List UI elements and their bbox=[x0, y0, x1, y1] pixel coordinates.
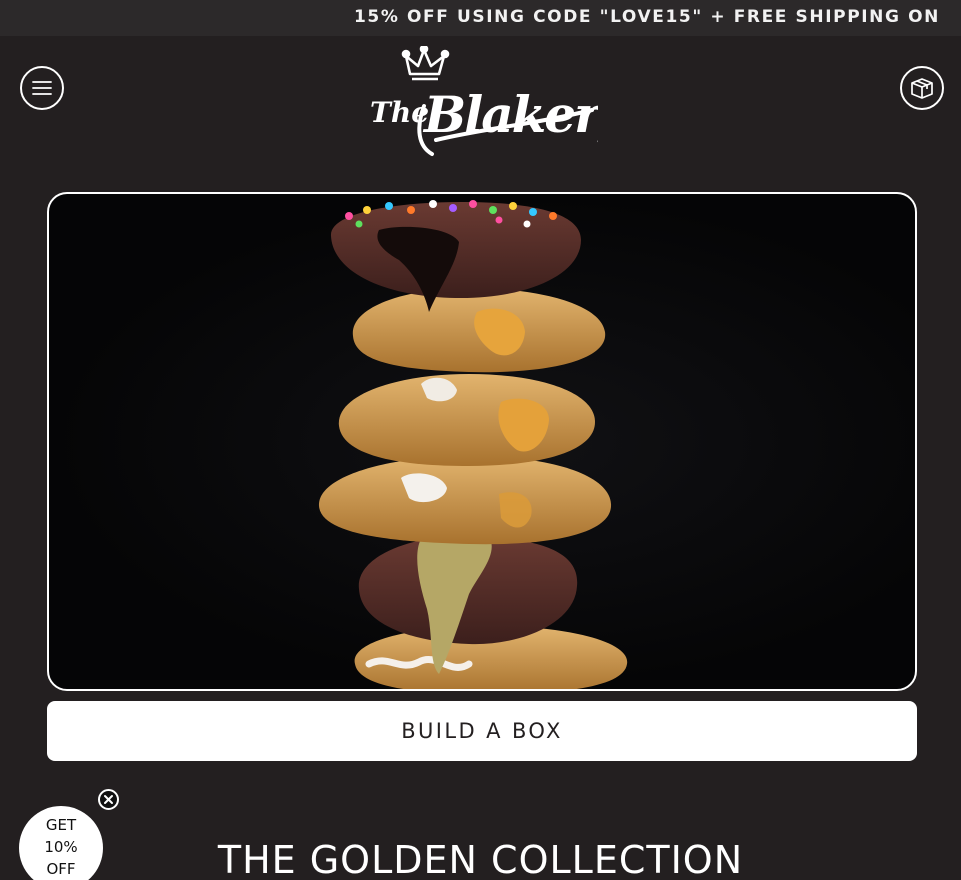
promo-line-2: 10% bbox=[44, 838, 78, 856]
hamburger-menu-icon bbox=[32, 81, 52, 95]
site-logo[interactable]: The Blakery bbox=[366, 44, 632, 158]
promo-close-button[interactable] bbox=[98, 789, 119, 810]
announcement-bar: 15% OFF USING CODE "LOVE15" + FREE SHIPP… bbox=[0, 0, 961, 36]
site-header: The Blakery bbox=[0, 36, 961, 156]
cart-button[interactable] bbox=[900, 66, 944, 110]
collection-title: THE GOLDEN COLLECTION bbox=[217, 838, 744, 880]
menu-button[interactable] bbox=[20, 66, 64, 110]
box-icon bbox=[911, 78, 933, 99]
hero-image bbox=[47, 192, 917, 691]
announcement-text: 15% OFF USING CODE "LOVE15" + FREE SHIPP… bbox=[354, 7, 940, 27]
promo-badge[interactable]: GET 10% OFF bbox=[19, 806, 103, 880]
promo-line-3: OFF bbox=[46, 860, 76, 878]
build-a-box-button[interactable]: BUILD A BOX bbox=[47, 701, 917, 761]
cookie-stack-image bbox=[318, 200, 628, 689]
close-icon bbox=[104, 795, 113, 804]
blakery-logo-wordmark: The Blakery bbox=[370, 44, 632, 156]
crown-icon bbox=[401, 44, 450, 81]
promo-line-1: GET bbox=[45, 816, 77, 834]
